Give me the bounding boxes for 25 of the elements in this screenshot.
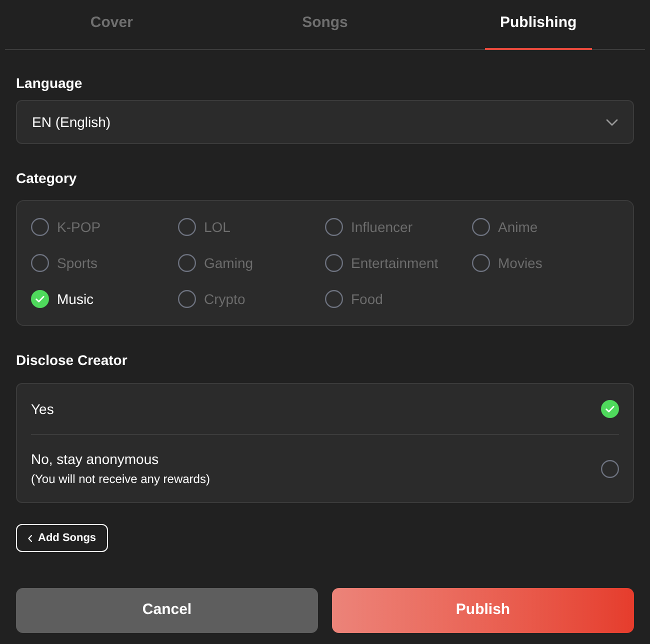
publish-button[interactable]: Publish — [332, 588, 634, 633]
category-option[interactable]: Music — [31, 289, 178, 309]
section-label: Language — [16, 74, 84, 92]
add-songs-button[interactable]: Add Songs — [16, 524, 108, 552]
tab[interactable]: Songs — [287, 0, 363, 50]
category-option[interactable]: Influencer — [325, 217, 472, 237]
chevron-left-icon — [28, 534, 32, 542]
category-option[interactable]: K-POP — [31, 217, 178, 237]
cancel-button[interactable]: Cancel — [16, 588, 318, 633]
category-option[interactable]: Entertainment — [325, 253, 472, 273]
section-label: Disclose Creator — [16, 351, 128, 369]
category-option[interactable]: Food — [325, 289, 472, 309]
creator-option[interactable]: No, stay anonymous (You will not receive any rewards) — [31, 434, 619, 502]
section-label: Category — [16, 169, 78, 187]
language-select[interactable]: EN (English) — [16, 100, 634, 144]
tab[interactable]: Cover — [75, 0, 148, 50]
tab[interactable]: Publishing — [484, 0, 592, 50]
category-option[interactable]: Sports — [31, 253, 178, 273]
category-option[interactable]: Movies — [472, 253, 619, 273]
chevron-down-icon — [606, 118, 618, 126]
category-option[interactable]: Anime — [472, 217, 619, 237]
category-option[interactable]: LOL — [178, 217, 325, 237]
category-option[interactable]: Crypto — [178, 289, 325, 309]
category-option[interactable]: Gaming — [178, 253, 325, 273]
creator-option[interactable]: Yes — [31, 384, 619, 434]
